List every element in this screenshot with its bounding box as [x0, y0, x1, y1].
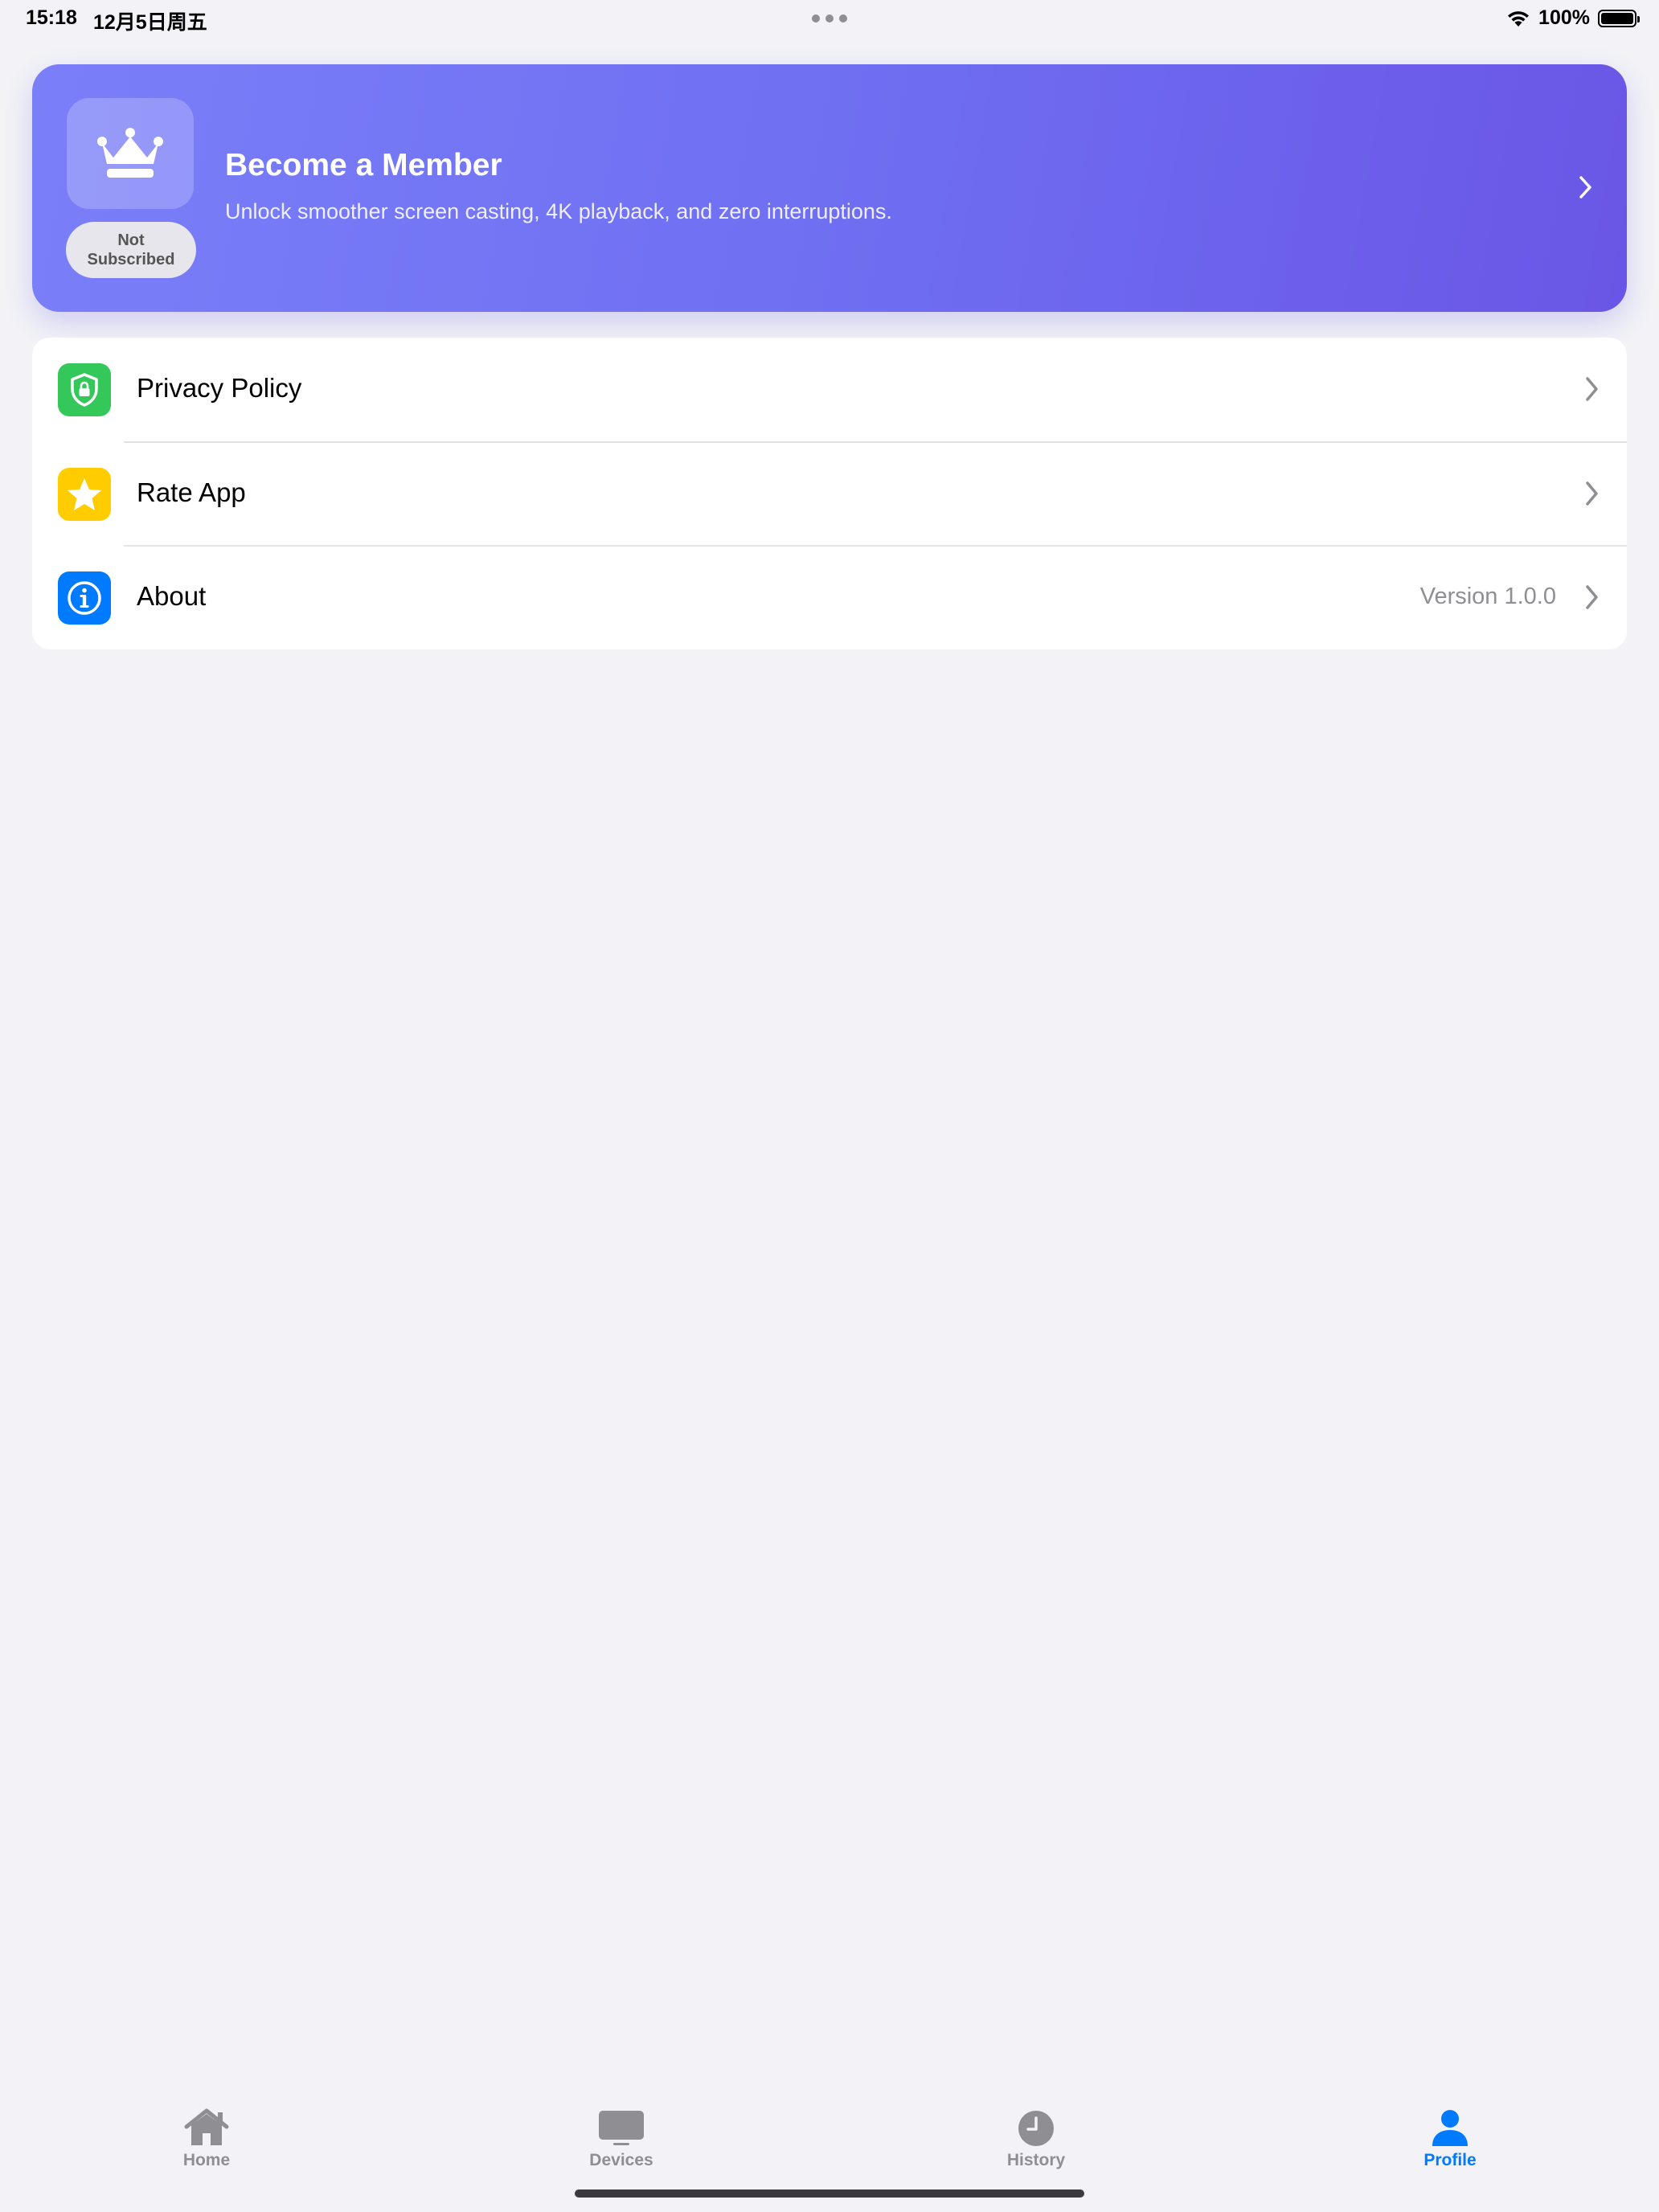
chevron-right-icon	[1586, 377, 1598, 401]
become-member-card[interactable]: Not Subscribed Become a Member Unlock sm…	[32, 64, 1627, 312]
tab-home[interactable]: Home	[142, 2108, 271, 2170]
tab-label: Profile	[1423, 2151, 1477, 2169]
home-indicator[interactable]	[575, 2189, 1084, 2198]
tab-devices[interactable]: Devices	[557, 2108, 686, 2170]
status-time: 15:18	[26, 6, 77, 29]
status-date: 12月5日周五	[93, 11, 207, 34]
tab-label: History	[1006, 2151, 1066, 2169]
chevron-right-icon	[1586, 585, 1598, 609]
status-line-1: Not	[117, 231, 145, 249]
tab-label: Home	[182, 2151, 231, 2169]
crown-tile	[67, 98, 194, 209]
settings-row-privacy-policy[interactable]: Privacy Policy	[32, 338, 1627, 441]
tv-icon	[599, 2111, 644, 2145]
status-bar: 15:18 12月5日周五 100%	[0, 0, 1659, 40]
wifi-icon	[1508, 10, 1530, 27]
settings-row-label: Privacy Policy	[137, 373, 302, 403]
chevron-right-icon	[1579, 176, 1591, 199]
shield-lock-icon	[58, 363, 111, 416]
chevron-right-icon	[1586, 481, 1598, 506]
member-title: Become a Member	[225, 148, 502, 182]
settings-list: Privacy Policy Rate App About Version 1.…	[32, 338, 1627, 649]
crown-icon	[97, 128, 163, 178]
clock-icon	[1018, 2111, 1054, 2146]
multitasking-dots-icon[interactable]	[812, 14, 847, 23]
tab-history[interactable]: History	[972, 2108, 1100, 2170]
battery-icon	[1598, 9, 1640, 27]
status-line-2: Subscribed	[87, 251, 175, 268]
settings-row-about[interactable]: About Version 1.0.0	[32, 546, 1627, 649]
subscription-status-badge: Not Subscribed	[66, 222, 196, 278]
settings-row-rate-app[interactable]: Rate App	[32, 442, 1627, 546]
info-icon	[58, 571, 111, 625]
app-version-value: Version 1.0.0	[1419, 584, 1556, 609]
member-subtitle: Unlock smoother screen casting, 4K playb…	[225, 199, 892, 223]
tab-label: Devices	[589, 2151, 653, 2169]
status-right: 100%	[1506, 6, 1640, 30]
star-icon	[58, 468, 111, 521]
house-icon	[184, 2108, 229, 2145]
settings-row-label: Rate App	[137, 477, 246, 507]
settings-row-label: About	[137, 581, 207, 611]
tab-profile[interactable]: Profile	[1386, 2108, 1514, 2170]
battery-percent: 100%	[1538, 6, 1590, 29]
person-icon	[1432, 2110, 1468, 2146]
